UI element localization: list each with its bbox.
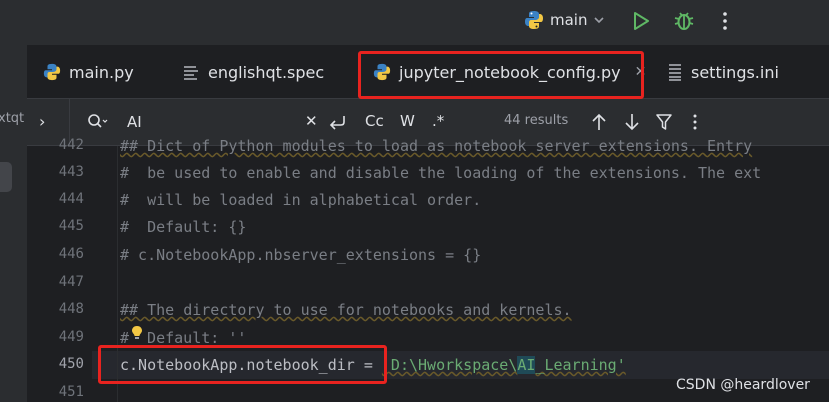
code-line: # will be loaded in alphabetical order.: [120, 191, 482, 209]
gutter-divider: [117, 146, 118, 402]
more-options-icon[interactable]: [691, 113, 699, 131]
code-operator: =: [354, 356, 382, 374]
python-icon: [43, 63, 61, 81]
line-number: 449: [58, 329, 84, 345]
comment-text: Default: '': [138, 329, 247, 347]
line-number: 448: [58, 301, 84, 317]
lightbulb-icon[interactable]: [131, 325, 143, 341]
search-input[interactable]: [125, 110, 304, 134]
close-icon[interactable]: ✕: [635, 64, 647, 80]
line-number: 446: [58, 246, 84, 262]
watermark: CSDN @heardlover: [676, 377, 810, 393]
line-number: 444: [58, 191, 84, 207]
match-case-button[interactable]: Cc: [365, 112, 384, 130]
comment-hash: #: [120, 329, 130, 347]
chevron-down-icon: [594, 17, 605, 24]
line-number: 447: [58, 274, 84, 290]
tool-window-button[interactable]: [0, 162, 12, 192]
tab-label: englishqt.spec: [208, 62, 325, 82]
python-icon: [373, 63, 391, 81]
code-identifier: c.NotebookApp.notebook_dir: [120, 356, 355, 374]
branch-name: main: [550, 11, 588, 29]
search-match-highlight: AI: [517, 356, 536, 374]
tab-main-py[interactable]: main.py: [43, 46, 134, 98]
line-number: 443: [58, 164, 84, 180]
branch-selector[interactable]: main: [524, 10, 605, 30]
tab-jupyter-notebook-config[interactable]: jupyter_notebook_config.py ✕: [369, 46, 646, 98]
arrow-down-icon[interactable]: [625, 113, 639, 131]
tab-label: settings.ini: [691, 62, 779, 82]
whole-words-button[interactable]: W: [400, 112, 415, 130]
text-lines-icon: [184, 66, 198, 80]
code-line-current: c.NotebookApp.notebook_dir = 'D:\Hworksp…: [120, 356, 626, 374]
main-toolbar: main: [27, 0, 829, 46]
search-icon[interactable]: [87, 113, 109, 131]
left-tool-strip: xtqt: [0, 0, 28, 402]
tab-settings-ini[interactable]: settings.ini: [667, 46, 779, 98]
ini-file-icon: [669, 64, 681, 81]
line-number-gutter: 442 443 444 445 446 447 448 449 450 451: [27, 137, 92, 402]
search-results-count: 44 results: [504, 113, 569, 128]
new-line-icon[interactable]: [329, 113, 347, 131]
code-line: # Default: {}: [120, 218, 247, 236]
string-literal-start: 'D:\Hworkspace\: [381, 356, 518, 374]
code-line: # be used to enable and disable the load…: [120, 164, 762, 182]
chevron-right-icon[interactable]: ›: [39, 112, 45, 131]
line-number: 442: [58, 137, 84, 153]
code-line: # c.NotebookApp.nbserver_extensions = {}: [120, 246, 482, 264]
python-icon: [525, 11, 543, 29]
filter-icon[interactable]: [656, 113, 672, 131]
clear-search-icon[interactable]: ✕: [305, 112, 318, 130]
active-tab-indicator: [373, 96, 639, 98]
arrow-up-icon[interactable]: [592, 113, 606, 131]
string-literal-end: _Learning': [535, 356, 626, 374]
more-options-icon[interactable]: [717, 9, 733, 33]
editor-tabs: main.py englishqt.spec jupyter_notebook_…: [27, 46, 829, 99]
regex-button[interactable]: .*: [432, 112, 444, 130]
tab-label: main.py: [69, 62, 134, 82]
tab-label: jupyter_notebook_config.py: [399, 62, 621, 82]
project-panel-clipped-label: xtqt: [0, 111, 25, 126]
code-line: ## Dict of Python modules to load as not…: [120, 137, 753, 155]
run-icon[interactable]: [630, 9, 652, 33]
line-number: 451: [58, 384, 84, 400]
tab-englishqt-spec[interactable]: englishqt.spec: [182, 46, 324, 98]
debug-icon[interactable]: [673, 9, 695, 33]
line-number: 445: [58, 218, 84, 234]
current-line-number: 450: [58, 356, 84, 372]
code-line: ## The directory to use for notebooks an…: [120, 301, 572, 319]
